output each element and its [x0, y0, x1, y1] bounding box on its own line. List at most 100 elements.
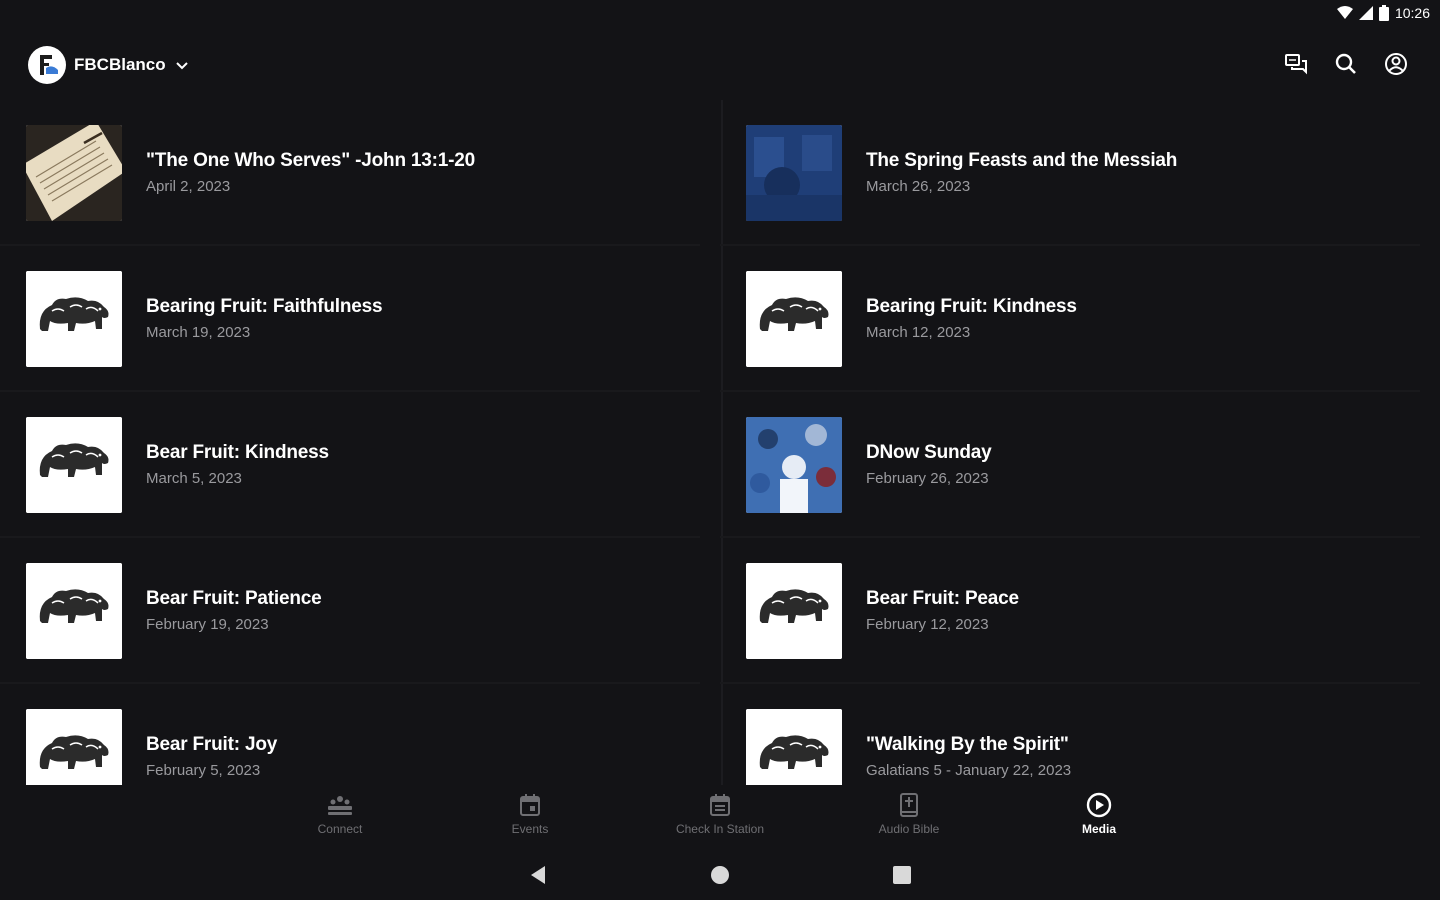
- status-icons: 10:26: [1336, 5, 1430, 21]
- media-item-title: "The One Who Serves" -John 13:1-20: [146, 150, 476, 171]
- tab-connect-label: Connect: [317, 822, 363, 836]
- media-item-text: Bear Fruit: Peace February 12, 2023: [866, 588, 1019, 633]
- tab-audio-bible[interactable]: Audio Bible: [839, 792, 979, 836]
- media-item-text: Bear Fruit: Patience February 19, 2023: [146, 588, 322, 633]
- search-button[interactable]: [1332, 50, 1360, 78]
- wifi-icon: [1336, 6, 1353, 19]
- signal-icon: [1358, 6, 1373, 20]
- media-item-text: "Walking By the Spirit" Galatians 5 - Jan…: [866, 734, 1071, 779]
- media-item-text: Bear Fruit: Kindness March 5, 2023: [146, 442, 329, 487]
- account-button[interactable]: [1382, 50, 1410, 78]
- media-thumbnail: [26, 563, 122, 659]
- status-time: 10:26: [1394, 5, 1430, 21]
- media-item-text: Bearing Fruit: Faithfulness March 19, 202…: [146, 296, 383, 341]
- media-item[interactable]: Bearing Fruit: Faithfulness March 19, 202…: [0, 246, 700, 392]
- people-icon: [327, 792, 353, 818]
- tab-events[interactable]: Events: [460, 792, 600, 836]
- play-circle-icon: [1086, 792, 1112, 818]
- media-item-text: "The One Who Serves" -John 13:1-20 April …: [146, 150, 475, 195]
- app-actions: [1282, 50, 1410, 78]
- media-item-date: March 5, 2023: [146, 470, 242, 487]
- media-item-date: February 12, 2023: [866, 616, 989, 633]
- media-item-date: February 5, 2023: [146, 762, 261, 779]
- media-item[interactable]: The Spring Feasts and the Messiah March 2…: [720, 100, 1420, 246]
- church-logo-icon: [40, 55, 58, 75]
- bear-fruit-logo-icon: [26, 271, 122, 367]
- org-logo: [28, 46, 66, 84]
- media-item[interactable]: DNow Sunday February 26, 2023: [720, 392, 1420, 538]
- calendar-check-icon: [707, 792, 733, 818]
- chevron-down-icon: [175, 62, 188, 70]
- crowd-photo-icon: [746, 417, 842, 513]
- bear-fruit-logo-icon: [26, 709, 122, 785]
- media-list: "The One Who Serves" -John 13:1-20 April …: [0, 100, 1440, 785]
- home-icon: [711, 866, 729, 884]
- media-item-text: The Spring Feasts and the Messiah March 2…: [866, 150, 1177, 195]
- battery-icon: [1378, 5, 1389, 21]
- back-icon: [531, 866, 545, 884]
- media-item-title: Bear Fruit: Peace: [866, 588, 1019, 609]
- media-thumbnail: [746, 709, 842, 785]
- media-item-date: Galatians 5 - January 22, 2023: [866, 762, 1072, 779]
- back-button[interactable]: [526, 863, 550, 887]
- media-item-date: March 19, 2023: [146, 324, 251, 341]
- home-button[interactable]: [708, 863, 732, 887]
- system-navigation: [0, 855, 1440, 895]
- recents-icon: [893, 866, 911, 884]
- media-item[interactable]: "Walking By the Spirit" Galatians 5 - Jan…: [720, 684, 1420, 785]
- media-item-text: DNow Sunday February 26, 2023: [866, 442, 992, 487]
- app-bar: FBCBlanco: [0, 40, 1440, 88]
- media-thumbnail: [746, 417, 842, 513]
- media-item[interactable]: "The One Who Serves" -John 13:1-20 April …: [0, 100, 700, 246]
- media-item-date: March 12, 2023: [866, 324, 971, 341]
- media-item-title: Bearing Fruit: Faithfulness: [146, 296, 383, 317]
- media-thumbnail: [26, 417, 122, 513]
- media-item-title: DNow Sunday: [866, 442, 992, 463]
- bear-fruit-logo-icon: [746, 563, 842, 659]
- calendar-icon: [517, 792, 543, 818]
- media-thumbnail: [746, 125, 842, 221]
- account-icon: [1385, 53, 1407, 75]
- chat-icon: [1285, 54, 1307, 75]
- tab-check-in-station[interactable]: Check In Station: [650, 792, 790, 836]
- media-item-date: February 19, 2023: [146, 616, 269, 633]
- media-item-text: Bear Fruit: Joy February 5, 2023: [146, 734, 277, 779]
- media-item-title: The Spring Feasts and the Messiah: [866, 150, 1178, 171]
- tab-check-in-label: Check In Station: [675, 822, 765, 836]
- bottom-navigation: Connect Events Check In Station Audio Bi…: [0, 788, 1440, 844]
- tab-media[interactable]: Media: [1029, 792, 1169, 836]
- bible-icon: [896, 792, 922, 818]
- status-bar: 10:26: [0, 0, 1440, 30]
- recents-button[interactable]: [890, 863, 914, 887]
- media-thumbnail: [26, 125, 122, 221]
- media-item-date: March 26, 2023: [866, 178, 971, 195]
- org-name: FBCBlanco: [74, 55, 166, 74]
- tab-audio-bible-label: Audio Bible: [878, 822, 940, 836]
- media-item-title: Bearing Fruit: Kindness: [866, 296, 1077, 317]
- bear-fruit-logo-icon: [746, 271, 842, 367]
- media-item[interactable]: Bear Fruit: Peace February 12, 2023: [720, 538, 1420, 684]
- tab-connect[interactable]: Connect: [270, 792, 410, 836]
- bear-fruit-logo-icon: [26, 563, 122, 659]
- tab-media-label: Media: [1081, 822, 1116, 836]
- media-item[interactable]: Bear Fruit: Patience February 19, 2023: [0, 538, 700, 684]
- chat-button[interactable]: [1282, 50, 1310, 78]
- bear-fruit-logo-icon: [26, 417, 122, 513]
- org-switcher[interactable]: FBCBlanco: [28, 46, 190, 84]
- media-item[interactable]: Bear Fruit: Kindness March 5, 2023: [0, 392, 700, 538]
- media-thumbnail: [26, 709, 122, 785]
- media-item-text: Bearing Fruit: Kindness March 12, 2023: [866, 296, 1077, 341]
- media-item-title: "Walking By the Spirit": [866, 734, 1069, 755]
- media-item[interactable]: Bearing Fruit: Kindness March 12, 2023: [720, 246, 1420, 392]
- media-thumbnail: [26, 271, 122, 367]
- media-item[interactable]: Bear Fruit: Joy February 5, 2023: [0, 684, 700, 785]
- media-item-title: Bear Fruit: Joy: [146, 734, 278, 755]
- scripture-page-icon: [26, 125, 122, 221]
- media-item-date: February 26, 2023: [866, 470, 989, 487]
- bear-fruit-logo-icon: [746, 709, 842, 785]
- media-thumbnail: [746, 563, 842, 659]
- media-item-title: Bear Fruit: Patience: [146, 588, 322, 609]
- search-icon: [1335, 53, 1356, 74]
- tab-events-label: Events: [511, 822, 549, 836]
- media-thumbnail: [746, 271, 842, 367]
